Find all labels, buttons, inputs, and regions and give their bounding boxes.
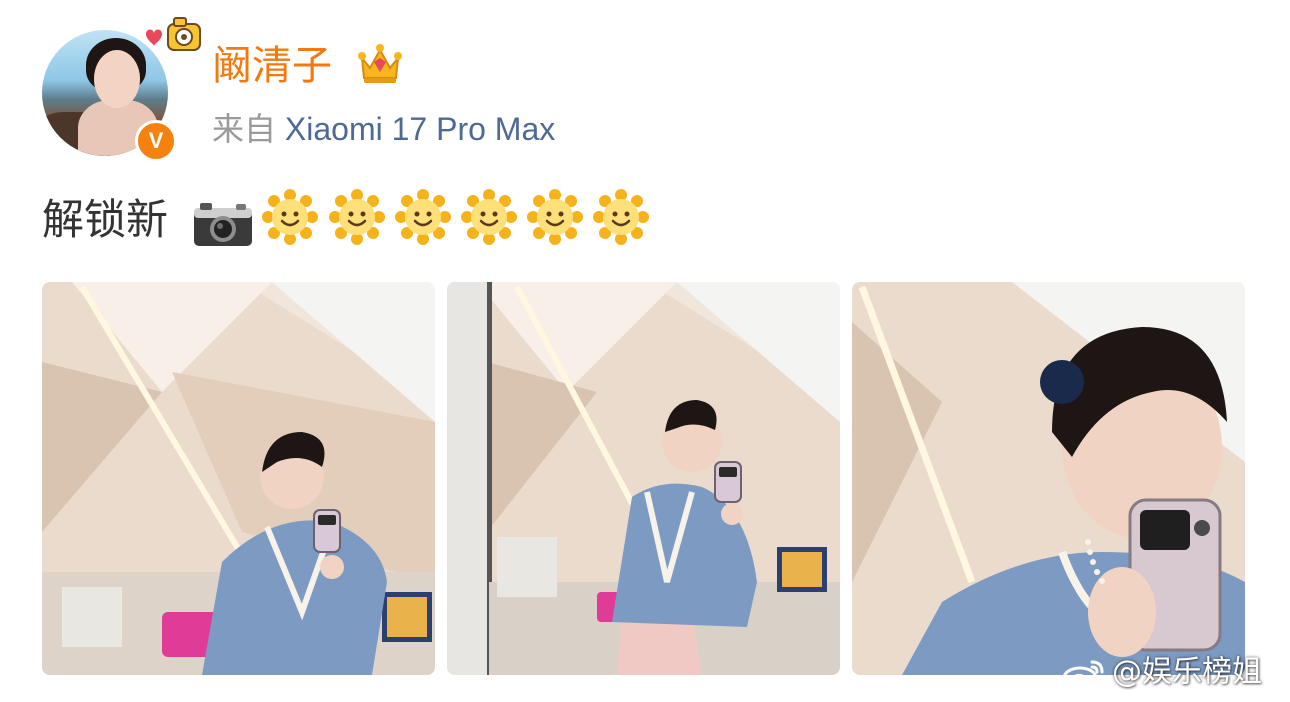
watermark-text: @娱乐榜姐 xyxy=(1112,654,1262,690)
sun-smile-emoji xyxy=(395,189,451,245)
sun-smile-emoji xyxy=(262,189,318,245)
sun-smile-emoji xyxy=(593,189,649,245)
avatar-decoration-icon xyxy=(146,17,201,51)
watermark: @娱乐榜姐 xyxy=(1062,652,1262,692)
sun-smile-emoji xyxy=(527,189,583,245)
avatar-face xyxy=(94,50,140,108)
author-avatar-area[interactable]: V xyxy=(42,17,201,162)
source-device[interactable]: Xiaomi 17 Pro Max xyxy=(285,111,555,147)
source-prefix: 来自 xyxy=(212,110,277,148)
photo-3[interactable] xyxy=(852,282,1245,675)
photo-2[interactable] xyxy=(447,282,840,675)
sun-smile-emoji xyxy=(461,189,517,245)
post-text: 解锁新 xyxy=(42,195,169,244)
crown-icon xyxy=(358,44,402,83)
camera-emoji xyxy=(194,203,252,246)
weibo-logo-icon xyxy=(1062,660,1104,689)
photo-1[interactable] xyxy=(42,282,435,675)
sun-smile-emoji xyxy=(329,189,385,245)
post-source: 来自 Xiaomi 17 Pro Max xyxy=(212,108,555,150)
verified-badge: V xyxy=(135,120,177,162)
author-name[interactable]: 阚清子 xyxy=(212,40,332,92)
